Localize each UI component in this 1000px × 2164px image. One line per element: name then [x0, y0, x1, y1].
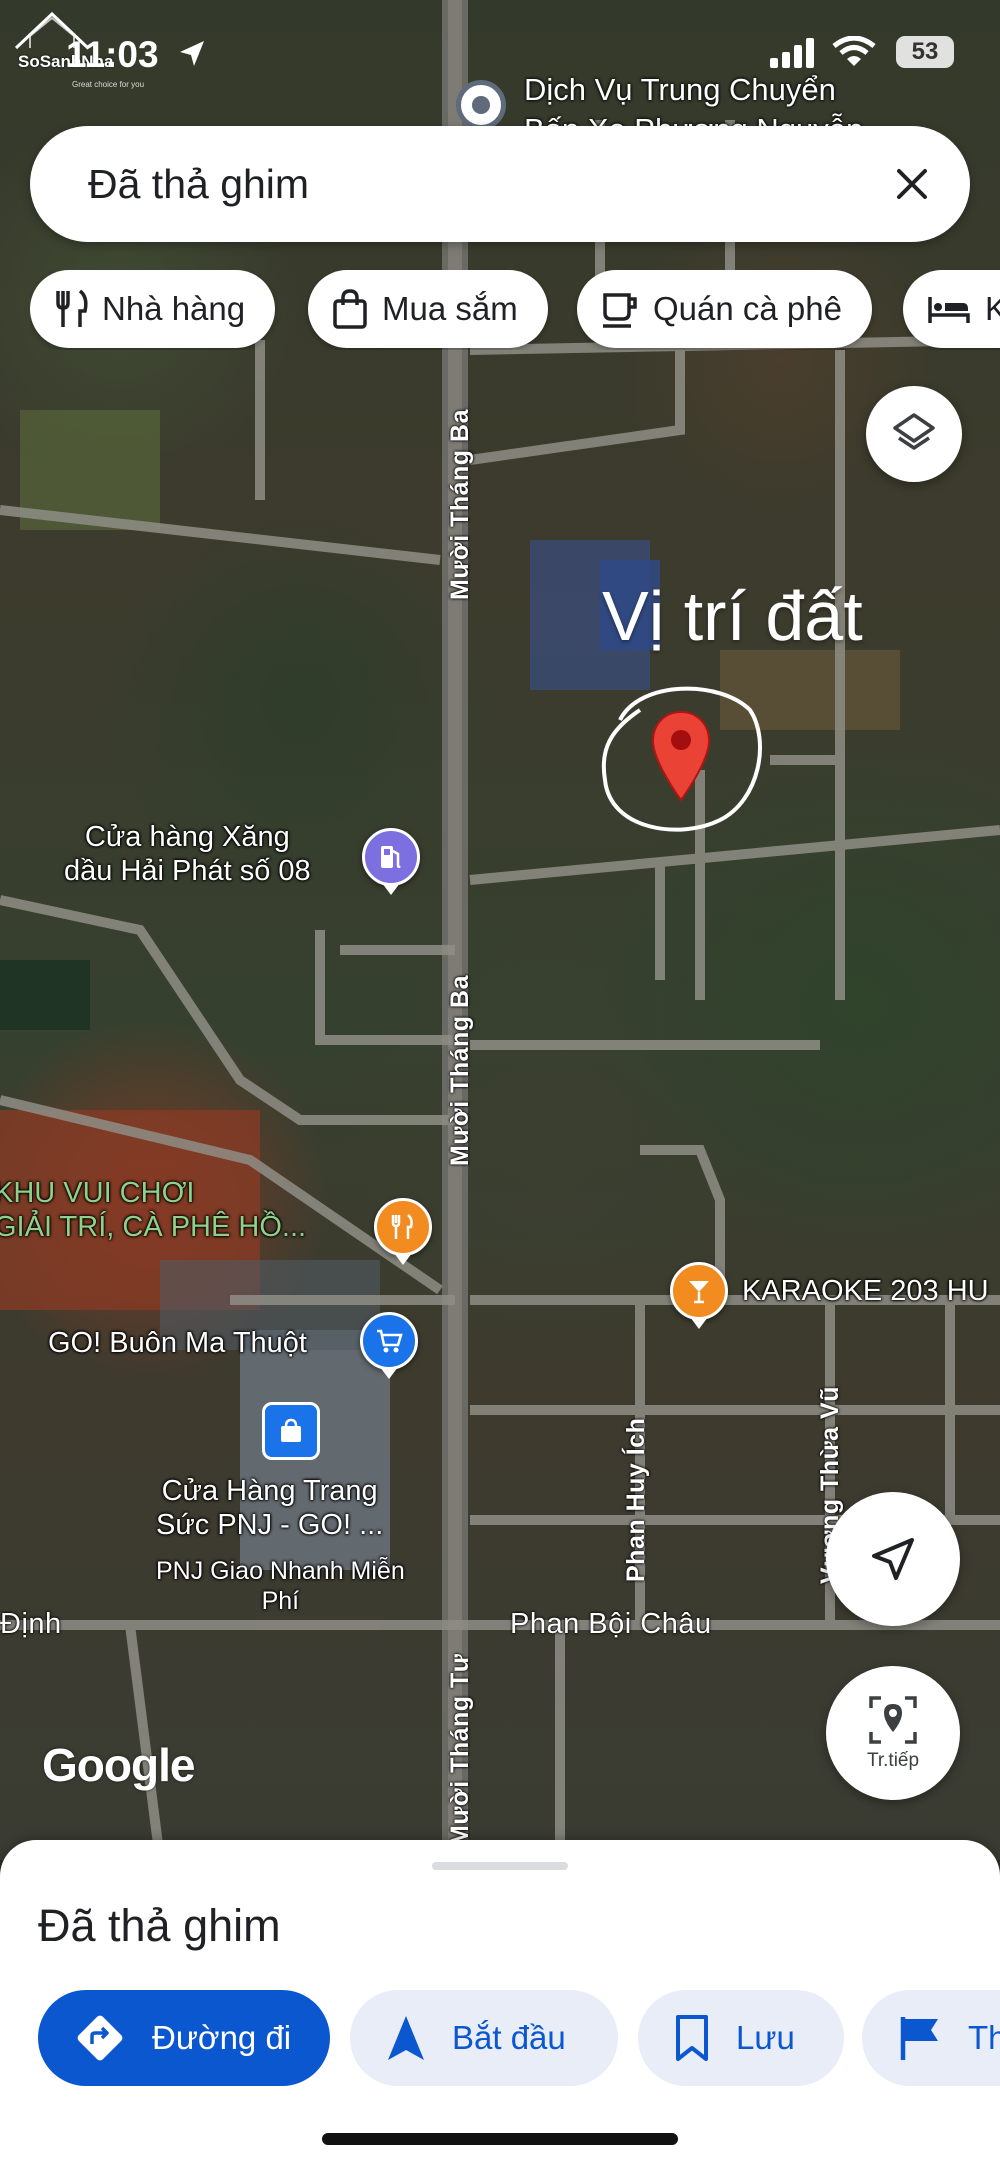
home-indicator[interactable]: [322, 2133, 678, 2145]
directions-label: Đường đi: [152, 2019, 292, 2056]
cellular-signal-icon: [770, 38, 814, 68]
drag-handle[interactable]: [432, 1862, 568, 1870]
road-label-dinh: Định: [0, 1608, 62, 1640]
battery-indicator: 53: [896, 36, 954, 68]
restaurant-poi-pin[interactable]: [374, 1198, 432, 1256]
amusement-park-label[interactable]: KHU VUI CHƠI GIẢI TRÍ, CÀ PHÊ HỒ...: [0, 1176, 306, 1244]
start-button[interactable]: Bắt đầu: [350, 1990, 618, 2086]
layers-icon: [893, 413, 935, 450]
save-button[interactable]: Lưu: [638, 1990, 844, 2086]
go-store-label[interactable]: GO! Buôn Ma Thuột: [48, 1326, 307, 1360]
land-location-annotation: Vị trí đất: [602, 577, 863, 655]
label-button-text: Th: [968, 2019, 1000, 2056]
google-logo: Google: [42, 1739, 195, 1791]
navigation-arrow-icon: [388, 2016, 424, 2060]
location-services-icon: [180, 41, 204, 66]
live-view-button[interactable]: Tr.tiếp: [826, 1666, 960, 1800]
go-store-poi-pin[interactable]: [360, 1312, 418, 1370]
start-label: Bắt đầu: [452, 2019, 566, 2056]
layers-button[interactable]: [866, 386, 962, 482]
karaoke-poi-pin[interactable]: [670, 1262, 728, 1320]
gas-station-poi-pin[interactable]: [362, 828, 420, 886]
road-label-phan-boi-chau: Phan Bội Châu: [510, 1608, 712, 1640]
pnj-store-subtitle-text: PNJ Giao Nhanh Miễn Phí: [156, 1557, 405, 1615]
place-bottom-sheet[interactable]: Đã thả ghim Đường đi Bắt đầu Lưu Th: [0, 1840, 1000, 2164]
action-buttons: Đường đi Bắt đầu Lưu Th: [38, 1990, 1000, 2086]
road-label-muoi-thang-ba-lower: Mười Tháng Ba: [446, 975, 474, 1166]
live-view-label: Tr.tiếp: [866, 1750, 920, 1771]
fork-knife-poi-icon: [391, 1214, 413, 1239]
shopping-cart-icon: [377, 1329, 403, 1353]
shopping-bag-icon: [333, 289, 367, 329]
chip-label: Quán cà phê: [653, 290, 842, 327]
place-title: Đã thả ghim: [38, 1900, 281, 1951]
clock: 11:03: [66, 34, 159, 75]
amusement-park-name: KHU VUI CHƠI GIẢI TRÍ, CÀ PHÊ HỒ...: [0, 1177, 307, 1243]
chip-shopping[interactable]: Mua sắm: [308, 270, 548, 348]
directions-button[interactable]: Đường đi: [38, 1990, 330, 2086]
directions-icon: [77, 2015, 123, 2061]
road-label-muoi-thang-tu: Mười Tháng Tư: [446, 1653, 474, 1846]
navigation-arrow-outline-icon: [872, 1538, 914, 1580]
karaoke-label[interactable]: KARAOKE 203 HU: [742, 1274, 989, 1308]
chip-restaurants[interactable]: Nhà hàng: [30, 270, 276, 348]
pnj-store-subtitle: PNJ Giao Nhanh Miễn Phí: [156, 1556, 405, 1616]
chip-label: Nhà hàng: [102, 290, 246, 327]
wifi-icon: [832, 36, 876, 66]
pnj-store-marker[interactable]: [262, 1402, 320, 1460]
search-bar[interactable]: Đã thả ghim: [30, 126, 970, 242]
dropped-pin-marker[interactable]: [650, 710, 712, 807]
cocktail-icon: [689, 1281, 709, 1304]
pnj-store-name: Cửa Hàng Trang Sức PNJ - GO! ...: [156, 1475, 384, 1541]
gas-station-name: Cửa hàng Xăng dầu Hải Phát số 08: [64, 821, 311, 887]
bookmark-icon: [676, 2015, 708, 2061]
close-icon: [897, 169, 927, 199]
coffee-cup-icon: [603, 293, 637, 328]
flag-icon: [900, 2017, 938, 2060]
status-bar: SoSanhNha Great choice for you 11:03 53: [0, 0, 1000, 110]
road-label-phan-huy-ich: Phan Huy Ích: [622, 1417, 650, 1582]
save-label: Lưu: [736, 2019, 795, 2056]
shopping-bag-poi-icon: [281, 1418, 301, 1442]
close-button[interactable]: [880, 152, 944, 216]
chip-hotels[interactable]: K: [903, 270, 1000, 348]
gas-station-label[interactable]: Cửa hàng Xăng dầu Hải Phát số 08: [64, 820, 311, 888]
watermark-tagline: Great choice for you: [72, 80, 145, 89]
gas-pump-icon: [381, 846, 401, 869]
chip-label: Mua sắm: [382, 290, 518, 327]
bed-icon: [928, 297, 970, 323]
fork-knife-icon: [56, 289, 88, 327]
red-pin-icon: [651, 710, 711, 802]
category-chips: Nhà hàng Mua sắm Quán cà phê K: [30, 270, 1000, 350]
chip-label: K: [985, 290, 1000, 327]
my-location-button[interactable]: [826, 1492, 960, 1626]
chip-coffee[interactable]: Quán cà phê: [577, 270, 872, 348]
search-input[interactable]: Đã thả ghim: [88, 161, 309, 208]
road-label-muoi-thang-ba-upper: Mười Tháng Ba: [446, 409, 474, 600]
label-button[interactable]: Th: [862, 1990, 1000, 2086]
pnj-store-label[interactable]: Cửa Hàng Trang Sức PNJ - GO! ...: [156, 1474, 383, 1542]
live-view-icon: [869, 1696, 917, 1744]
